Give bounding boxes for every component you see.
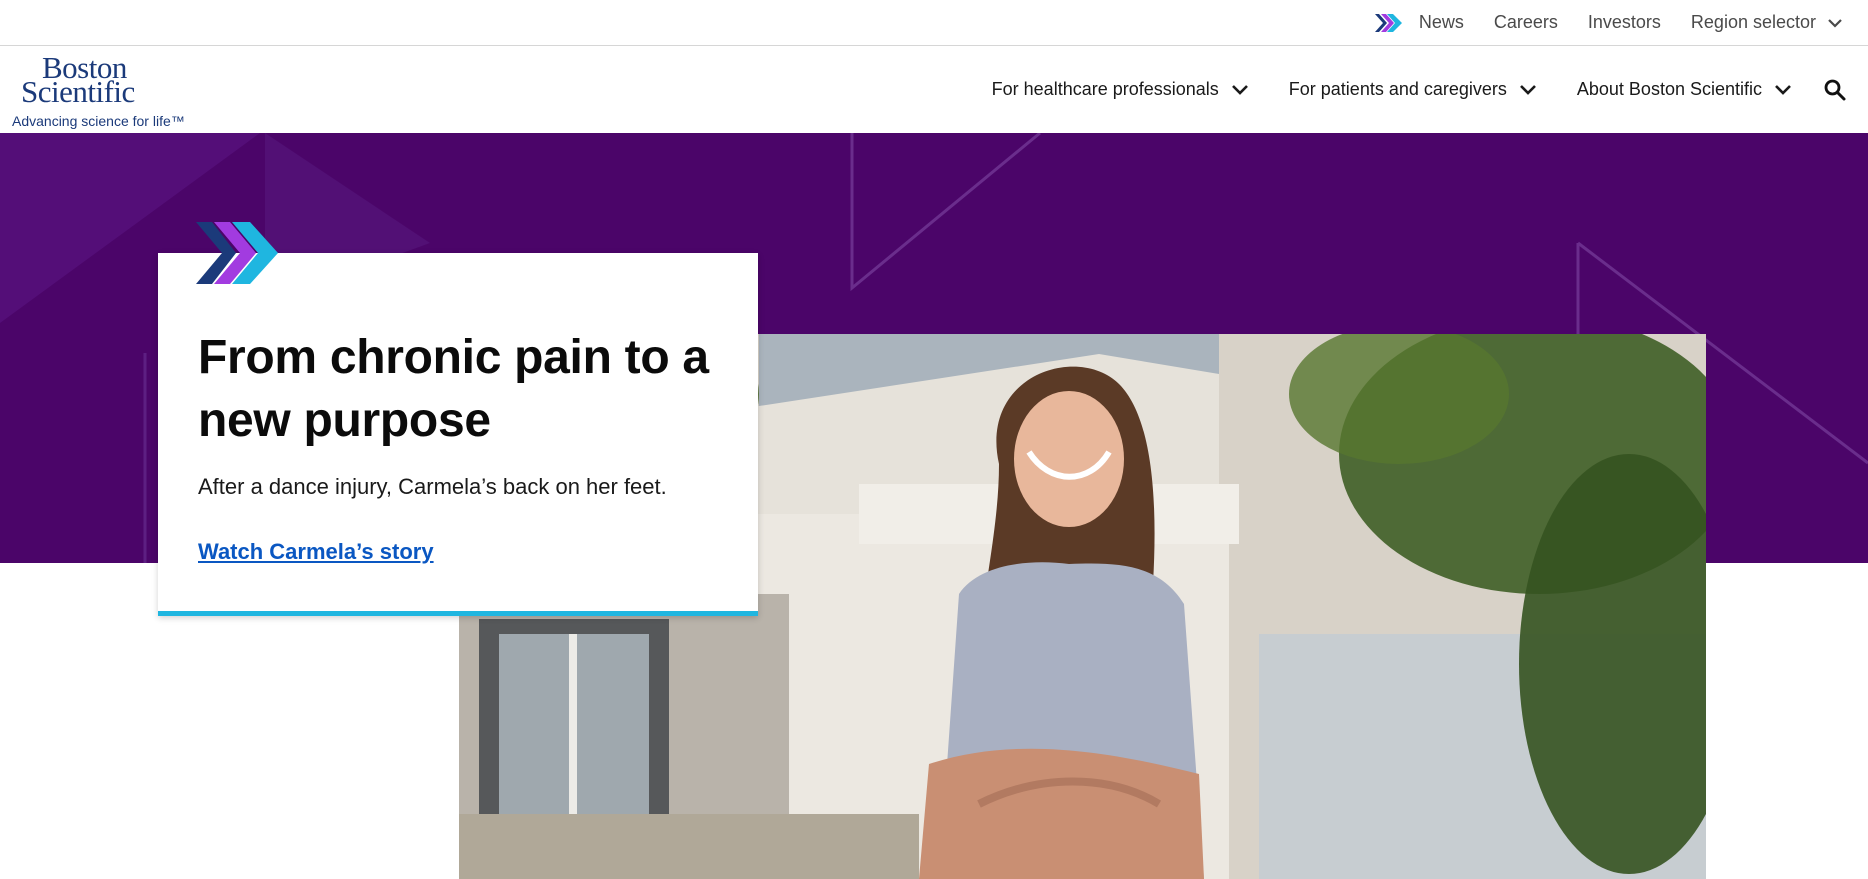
search-icon[interactable] [1822,77,1848,103]
chevron-down-icon [1828,18,1842,28]
nav-about[interactable]: About Boston Scientific [1577,79,1794,101]
nav-healthcare-professionals[interactable]: For healthcare professionals [992,79,1251,101]
watch-story-link[interactable]: Watch Carmela’s story [198,539,434,565]
utility-link-careers[interactable]: Careers [1494,12,1558,33]
story-card: From chronic pain to a new purpose After… [158,253,758,616]
boston-scientific-logo[interactable]: Boston Scientific Advancing science for … [12,50,192,130]
utility-nav: News Careers Investors Region selector [1374,0,1846,45]
utility-link-news[interactable]: News [1419,12,1464,33]
nav-item-label: For healthcare professionals [991,79,1219,99]
logo-line2: Scientific [21,74,135,109]
chevron-down-icon [1775,84,1791,95]
chevron-down-icon [1231,84,1248,95]
brand-arrows-icon [196,222,278,284]
card-subtitle: After a dance injury, Carmela’s back on … [198,474,667,499]
main-header: Boston Scientific Advancing science for … [0,46,1868,133]
nav-patients-caregivers[interactable]: For patients and caregivers [1289,79,1539,101]
region-selector-label: Region selector [1690,12,1816,32]
utility-link-investors[interactable]: Investors [1588,12,1661,33]
chevron-down-icon [1519,84,1536,95]
primary-nav: For healthcare professionals For patient… [954,46,1848,133]
card-title: From chronic pain to a new purpose [198,331,709,447]
brand-arrows-icon [1374,12,1405,34]
utility-bar: News Careers Investors Region selector [0,0,1868,46]
nav-item-label: About Boston Scientific [1576,79,1762,99]
logo-tagline: Advancing science for life™ [12,113,185,129]
nav-item-label: For patients and caregivers [1288,79,1507,99]
region-selector[interactable]: Region selector [1691,12,1846,34]
